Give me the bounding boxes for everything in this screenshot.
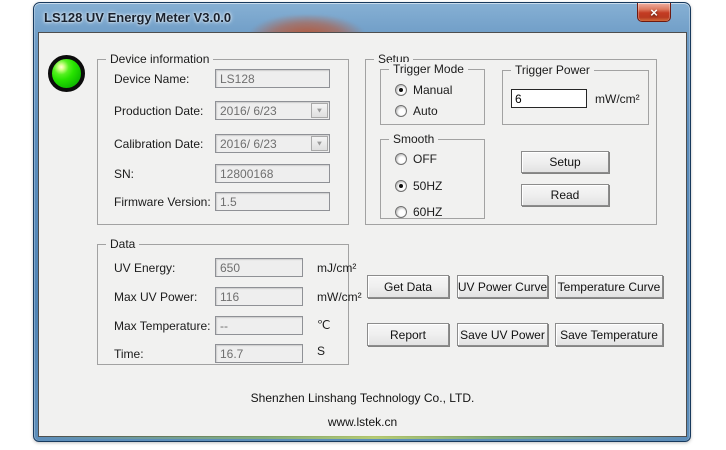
calibration-date-combo: 2016/ 6/23 ▼ (215, 134, 330, 153)
app-window: LS128 UV Energy Meter V3.0.0 × Device in… (33, 2, 691, 442)
firmware-version-field: 1.5 (215, 192, 330, 211)
save-temperature-button[interactable]: Save Temperature (555, 323, 663, 346)
radio-trigger-auto[interactable]: Auto (395, 104, 438, 118)
status-led (48, 55, 85, 92)
radio-circle (395, 180, 407, 192)
sn-field: 12800168 (215, 164, 330, 183)
title-bar[interactable]: LS128 UV Energy Meter V3.0.0 (34, 3, 690, 32)
uv-power-curve-button[interactable]: UV Power Curve (457, 275, 548, 298)
sn-label: SN: (114, 167, 134, 181)
radio-trigger-manual[interactable]: Manual (395, 83, 452, 97)
max-uv-power-field: 116 (215, 287, 303, 306)
calibration-date-label: Calibration Date: (114, 137, 203, 151)
time-unit: S (317, 344, 325, 358)
desktop-background: LS128 UV Energy Meter V3.0.0 × Device in… (0, 0, 726, 450)
get-data-button[interactable]: Get Data (367, 275, 449, 298)
window-bottom-glass (39, 436, 685, 439)
chevron-down-icon: ▼ (316, 140, 324, 148)
uv-energy-label: UV Energy: (114, 261, 175, 275)
max-temperature-unit: ℃ (317, 318, 330, 332)
trigger-power-input[interactable] (511, 89, 587, 108)
production-date-label: Production Date: (114, 104, 203, 118)
radio-circle (395, 84, 407, 96)
company-website: www.lstek.cn (39, 415, 686, 429)
max-temperature-label: Max Temperature: (114, 319, 211, 333)
window-title: LS128 UV Energy Meter V3.0.0 (44, 3, 231, 32)
dropdown-button: ▼ (311, 103, 328, 118)
uv-energy-unit: mJ/cm² (317, 261, 356, 275)
radio-smooth-60hz[interactable]: 60HZ (395, 205, 442, 219)
titlebar-glass-reflection (251, 15, 363, 32)
chevron-down-icon: ▼ (316, 107, 324, 115)
trigger-power-group-title: Trigger Power (511, 63, 594, 77)
radio-circle (395, 105, 407, 117)
setup-button[interactable]: Setup (521, 151, 609, 173)
data-group-title: Data (106, 237, 139, 251)
radio-smooth-off[interactable]: OFF (395, 152, 437, 166)
close-button[interactable]: × (637, 3, 671, 22)
read-button[interactable]: Read (521, 184, 609, 206)
device-info-group-title: Device information (106, 52, 213, 66)
dropdown-button: ▼ (311, 136, 328, 151)
trigger-mode-group-title: Trigger Mode (389, 62, 468, 76)
max-temperature-field: -- (215, 316, 303, 335)
device-name-field: LS128 (215, 69, 330, 88)
company-name: Shenzhen Linshang Technology Co., LTD. (39, 391, 686, 405)
radio-circle (395, 153, 407, 165)
radio-smooth-50hz[interactable]: 50HZ (395, 179, 442, 193)
max-uv-power-label: Max UV Power: (114, 290, 197, 304)
time-field: 16.7 (215, 344, 303, 363)
production-date-combo: 2016/ 6/23 ▼ (215, 101, 330, 120)
smooth-group-title: Smooth (389, 132, 438, 146)
device-name-label: Device Name: (114, 72, 189, 86)
trigger-power-unit: mW/cm² (595, 92, 640, 106)
client-area: Device information Device Name: LS128 Pr… (38, 32, 687, 437)
close-icon: × (650, 6, 658, 19)
max-uv-power-unit: mW/cm² (317, 290, 362, 304)
save-uv-power-button[interactable]: Save UV Power (457, 323, 548, 346)
report-button[interactable]: Report (367, 323, 449, 346)
temperature-curve-button[interactable]: Temperature Curve (555, 275, 663, 298)
firmware-version-label: Firmware Version: (114, 195, 211, 209)
radio-circle (395, 206, 407, 218)
time-label: Time: (114, 347, 144, 361)
uv-energy-field: 650 (215, 258, 303, 277)
